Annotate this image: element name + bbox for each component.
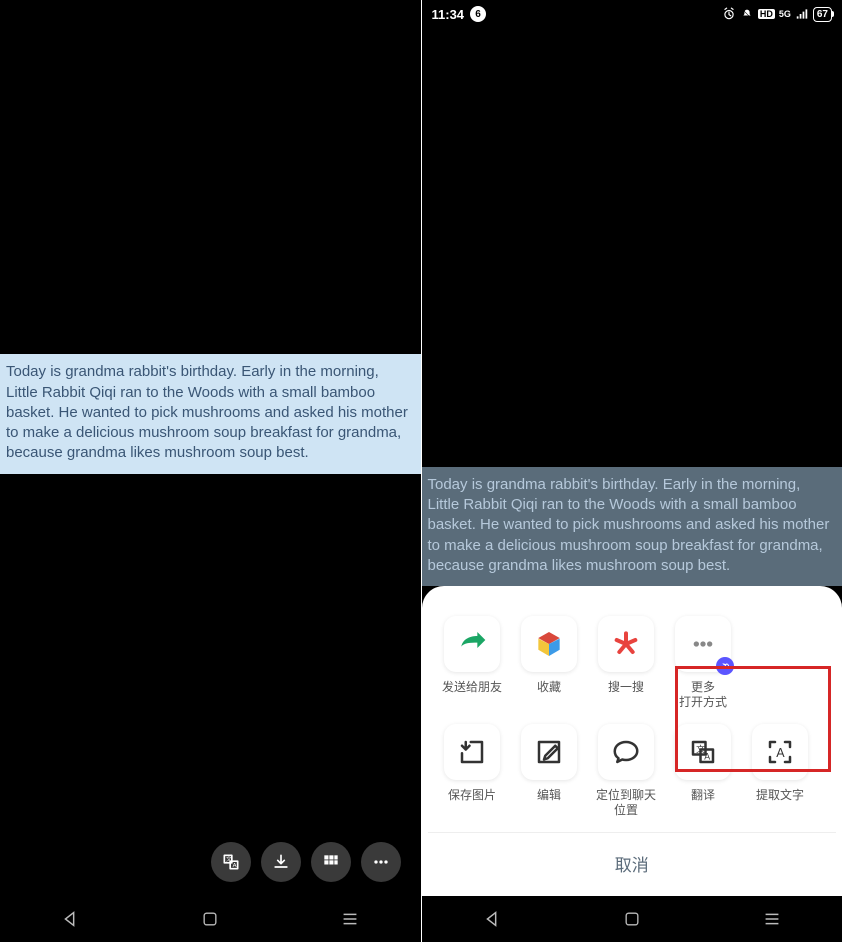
action-label: 保存图片 (448, 788, 496, 818)
cancel-label: 取消 (615, 856, 649, 875)
story-text-dimmed: Today is grandma rabbit's birthday. Earl… (422, 467, 842, 586)
action-label: 翻译 (691, 788, 715, 818)
action-send-to-friend[interactable]: 发送给朋友 (434, 616, 511, 710)
action-label: 搜一搜 (608, 680, 644, 710)
back-button[interactable] (472, 899, 512, 939)
action-label: 收藏 (537, 680, 561, 710)
action-label: 提取文字 (756, 788, 804, 818)
triangle-back-icon (481, 908, 503, 930)
highlight-box (675, 666, 831, 772)
home-button[interactable] (190, 899, 230, 939)
recents-button[interactable] (330, 899, 370, 939)
cube-icon (521, 616, 577, 672)
menu-icon (339, 908, 361, 930)
grid-icon (321, 852, 341, 872)
action-label: 编辑 (537, 788, 561, 818)
story-text: Today is grandma rabbit's birthday. Earl… (6, 363, 408, 461)
action-search[interactable]: 搜一搜 (588, 616, 665, 710)
svg-text:文: 文 (226, 855, 232, 863)
action-favorite[interactable]: 收藏 (511, 616, 588, 710)
recents-button[interactable] (752, 899, 792, 939)
back-button[interactable] (50, 899, 90, 939)
edit-icon (521, 724, 577, 780)
svg-text:A: A (232, 863, 236, 869)
cancel-button[interactable]: 取消 (428, 833, 837, 896)
home-button[interactable] (612, 899, 652, 939)
story-text-selected[interactable]: Today is grandma rabbit's birthday. Earl… (0, 354, 421, 473)
system-nav (422, 896, 842, 942)
signal-icon (795, 7, 809, 21)
download-button[interactable] (261, 842, 301, 882)
translate-button[interactable]: 文A (211, 842, 251, 882)
more-icon (371, 852, 391, 872)
image-viewer-right: 11:34 6 HD 5G 67 Today is grandma rabbit… (422, 0, 842, 942)
image-viewer-left: Today is grandma rabbit's birthday. Earl… (0, 0, 422, 942)
action-save-image[interactable]: 保存图片 (434, 724, 511, 818)
notification-count-badge: 6 (470, 6, 486, 22)
mute-icon (740, 7, 754, 21)
translate-icon: 文A (221, 852, 241, 872)
toolbar: 文A (0, 828, 421, 896)
alarm-icon (722, 7, 736, 21)
battery-indicator: 67 (813, 7, 832, 22)
more-button[interactable] (361, 842, 401, 882)
status-time: 11:34 (432, 7, 465, 22)
system-nav (0, 896, 421, 942)
story-text: Today is grandma rabbit's birthday. Earl… (428, 476, 830, 574)
spark-search-icon (598, 616, 654, 672)
download-to-device-icon (444, 724, 500, 780)
square-home-icon (622, 909, 642, 929)
ellipsis-icon (675, 616, 731, 672)
square-home-icon (200, 909, 220, 929)
action-label: 定位到聊天 位置 (596, 788, 656, 818)
hd-badge: HD (758, 9, 775, 19)
action-locate-in-chat[interactable]: 定位到聊天 位置 (588, 724, 665, 818)
chat-bubble-icon (598, 724, 654, 780)
triangle-back-icon (59, 908, 81, 930)
action-edit[interactable]: 编辑 (511, 724, 588, 818)
grid-button[interactable] (311, 842, 351, 882)
action-label: 发送给朋友 (442, 680, 502, 710)
menu-icon (761, 908, 783, 930)
status-bar: 11:34 6 HD 5G 67 (422, 0, 842, 28)
share-arrow-icon (444, 616, 500, 672)
download-icon (271, 852, 291, 872)
signal-label: 5G (779, 9, 791, 19)
